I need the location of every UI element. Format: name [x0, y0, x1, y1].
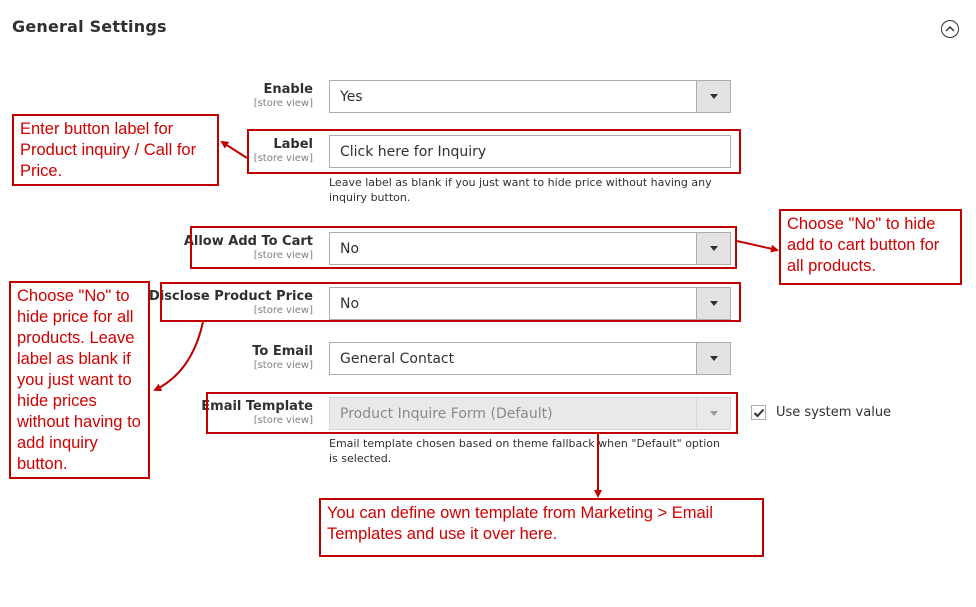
to-email-select[interactable]: General Contact — [329, 342, 731, 375]
to-email-value: General Contact — [340, 350, 455, 367]
checkmark-icon — [753, 408, 764, 417]
enable-label-group: Enable [store view] — [254, 82, 313, 110]
use-system-value-toggle[interactable]: Use system value — [751, 405, 891, 420]
disclose-price-highlight-box — [160, 282, 741, 322]
collapse-button[interactable] — [941, 20, 959, 38]
label-arrow — [220, 140, 248, 159]
to-email-label-group: To Email [store view] — [252, 344, 313, 372]
email-template-note: Email template chosen based on theme fal… — [329, 437, 720, 465]
enable-value: Yes — [340, 88, 363, 105]
use-system-value-checkbox[interactable] — [751, 405, 766, 420]
chevron-down-icon — [709, 94, 718, 99]
label-highlight-box — [247, 129, 741, 174]
email-template-highlight-box — [206, 392, 738, 434]
add-to-cart-callout: Choose "No" to hide add to cart button f… — [779, 209, 962, 285]
use-system-value-label: Use system value — [776, 405, 892, 420]
to-email-label: To Email — [252, 344, 313, 359]
dropdown-arrow[interactable] — [696, 343, 730, 374]
add-to-cart-arrow — [736, 240, 779, 253]
scope-label: [store view] — [253, 98, 313, 109]
add-to-cart-highlight-box — [190, 226, 737, 269]
scope-label: [store view] — [253, 360, 313, 371]
email-template-callout: You can define own template from Marketi… — [319, 498, 764, 557]
disclose-price-callout: Choose "No" to hide price for all produc… — [9, 281, 150, 479]
chevron-up-icon — [945, 26, 955, 32]
enable-select[interactable]: Yes — [329, 80, 731, 113]
chevron-down-icon — [709, 356, 718, 361]
label-note: Leave label as blank if you just want to… — [329, 176, 712, 204]
enable-label: Enable — [263, 82, 314, 97]
dropdown-arrow[interactable] — [696, 81, 730, 112]
label-callout: Enter button label for Product inquiry /… — [12, 114, 219, 186]
disclose-price-arrow — [153, 321, 204, 391]
section-title: General Settings — [12, 17, 167, 36]
